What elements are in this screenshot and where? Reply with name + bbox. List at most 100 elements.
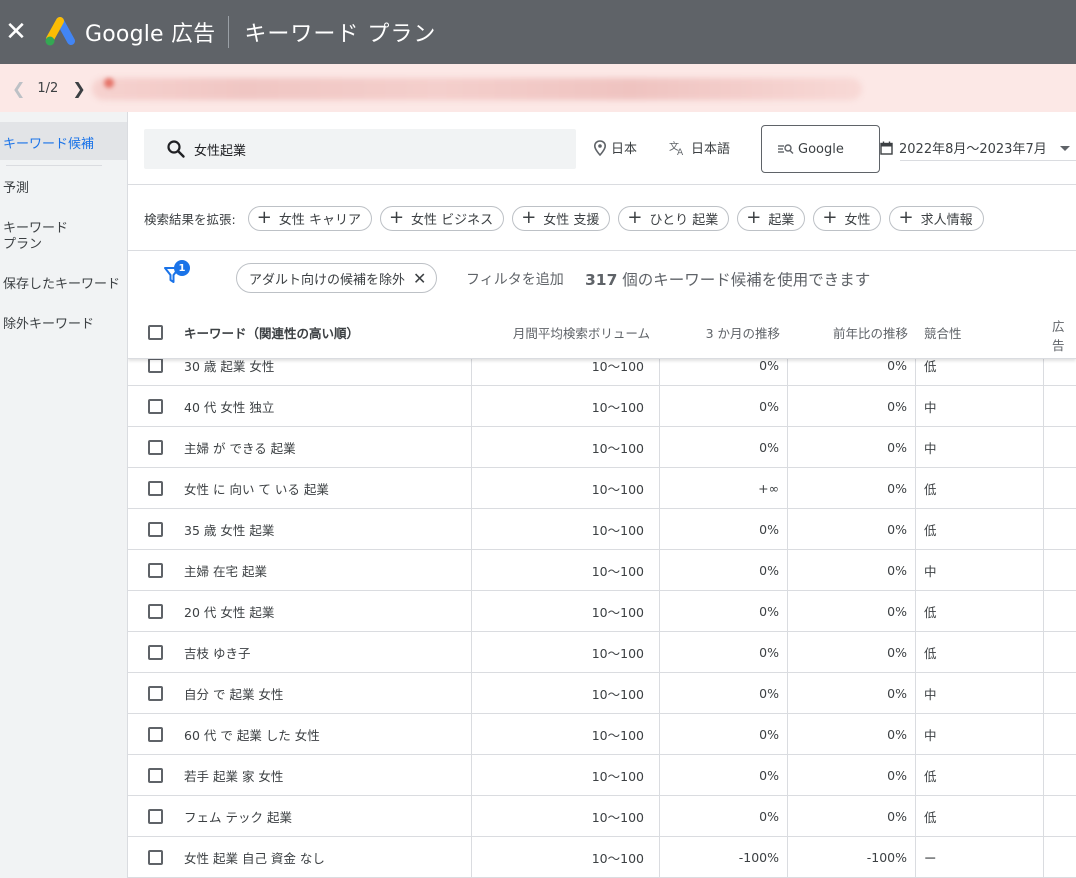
chevron-right-icon[interactable]: ❯ [72, 79, 85, 98]
keyword-cell: 自分 で 起業 女性 [184, 686, 284, 702]
yoy-cell: 0% [887, 398, 907, 414]
column-divider [787, 306, 788, 878]
competition-cell: 中 [924, 399, 937, 415]
network-selector[interactable]: Google [761, 125, 880, 173]
row-checkbox[interactable] [148, 632, 163, 672]
select-all-checkbox[interactable] [148, 306, 163, 358]
broaden-chip[interactable]: + 女性 ビジネス [379, 205, 505, 231]
table-row[interactable]: 主婦 が できる 起業 10～100 0% 0% 中 [128, 427, 1076, 468]
yoy-cell: -100% [866, 849, 907, 865]
redacted-message [92, 78, 862, 100]
language-label: 日本語 [691, 142, 731, 157]
close-icon[interactable]: ✕ [413, 269, 426, 288]
three-month-cell: 0% [759, 726, 779, 742]
chevron-down-icon[interactable] [1060, 146, 1070, 151]
chevron-left-icon[interactable]: ❮ [12, 79, 25, 98]
location-pin-icon [593, 139, 607, 156]
keyword-search-input[interactable]: 女性起業 [144, 129, 576, 169]
three-month-cell: 0% [759, 808, 779, 824]
row-checkbox[interactable] [148, 427, 163, 467]
table-row[interactable]: 35 歳 女性 起業 10～100 0% 0% 低 [128, 509, 1076, 550]
table-row[interactable]: 女性 起業 自己 資金 なし 10～100 -100% -100% ー [128, 837, 1076, 878]
sidebar-item-negative-keywords[interactable]: 除外キーワード [3, 317, 94, 333]
broaden-chip[interactable]: + 女性 キャリア [247, 205, 372, 231]
competition-cell: 低 [924, 768, 937, 784]
broaden-chip[interactable]: + ひとり 起業 [618, 205, 730, 231]
competition-cell: 中 [924, 440, 937, 456]
broaden-chip[interactable]: + 求人情報 [889, 205, 984, 231]
close-icon[interactable]: ✕ [1, 0, 31, 64]
row-checkbox[interactable] [148, 837, 163, 877]
column-divider [915, 306, 916, 878]
keyword-cell: 20 代 女性 起業 [184, 604, 275, 620]
broaden-chip[interactable]: + 起業 [737, 205, 806, 231]
row-checkbox[interactable] [148, 796, 163, 836]
three-month-cell: 0% [759, 439, 779, 455]
competition-cell: 低 [924, 604, 937, 620]
column-competition[interactable]: 競合性 [924, 306, 962, 358]
pager-count: 1/2 [37, 80, 59, 96]
svg-text:A: A [677, 148, 684, 156]
three-month-cell: 0% [759, 644, 779, 660]
table-row[interactable]: フェム テック 起業 10～100 0% 0% 低 [128, 796, 1076, 837]
table-row[interactable]: 若手 起業 家 女性 10～100 0% 0% 低 [128, 755, 1076, 796]
sidebar-item-keyword-ideas[interactable]: キーワード候補 [0, 122, 127, 160]
sidebar-item-keyword-plan[interactable]: キーワード プラン [3, 221, 68, 253]
sidebar-item-forecast[interactable]: 予測 [3, 181, 29, 197]
add-filter-button[interactable]: フィルタを追加 [466, 269, 564, 289]
row-checkbox[interactable] [148, 550, 163, 590]
keyword-cell: 主婦 が できる 起業 [184, 440, 296, 456]
active-filter-chip[interactable]: アダルト向けの候補を除外 ✕ [236, 263, 438, 293]
row-checkbox[interactable] [148, 673, 163, 713]
keyword-cell: 40 代 女性 独立 [184, 399, 275, 415]
row-checkbox[interactable] [148, 591, 163, 631]
chip-label: 女性 支援 [543, 212, 600, 228]
row-checkbox[interactable] [148, 509, 163, 549]
keyword-table: キーワード（関連性の高い順） 月間平均検索ボリューム 3 か月の推移 前年比の推… [128, 306, 1076, 878]
yoy-cell: 0% [887, 685, 907, 701]
table-row[interactable]: 自分 で 起業 女性 10～100 0% 0% 中 [128, 673, 1076, 714]
broaden-search-label: 検索結果を拡張: [144, 211, 236, 227]
row-checkbox[interactable] [148, 386, 163, 426]
column-yoy[interactable]: 前年比の推移 [788, 306, 908, 358]
row-checkbox[interactable] [148, 468, 163, 508]
row-checkbox[interactable] [148, 714, 163, 754]
date-range-selector[interactable]: 2022年8月～2023年7月 [880, 138, 1047, 157]
table-row[interactable]: 主婦 在宅 起業 10～100 0% 0% 中 [128, 550, 1076, 591]
table-row[interactable]: 40 代 女性 独立 10～100 0% 0% 中 [128, 386, 1076, 427]
search-icon [167, 140, 185, 158]
table-row[interactable]: 女性 に 向い て いる 起業 10～100 +∞ 0% 低 [128, 468, 1076, 509]
column-divider [1043, 306, 1044, 878]
competition-cell: 中 [924, 686, 937, 702]
chip-label: 求人情報 [920, 212, 973, 228]
broaden-chip[interactable]: + 女性 [813, 205, 882, 231]
sidebar-divider [6, 165, 102, 166]
table-header: キーワード（関連性の高い順） 月間平均検索ボリューム 3 か月の推移 前年比の推… [128, 306, 1076, 359]
language-selector[interactable]: 文 A 日本語 [669, 138, 731, 158]
network-label: Google [798, 141, 844, 157]
table-row[interactable]: 吉枝 ゆき子 10～100 0% 0% 低 [128, 632, 1076, 673]
location-selector[interactable]: 日本 [593, 138, 637, 157]
column-three-month[interactable]: 3 か月の推移 [660, 306, 780, 358]
app-header: ✕ Google 広告 キーワード プラン [0, 0, 1076, 64]
plus-icon: + [521, 207, 537, 228]
competition-cell: 中 [924, 727, 937, 743]
column-ad[interactable]: 広告 [1052, 306, 1076, 358]
sidebar-item-saved-keywords[interactable]: 保存したキーワード [3, 277, 120, 293]
filter-bar: 1 アダルト向けの候補を除外 ✕ フィルタを追加 317 個のキーワード候補を使… [128, 250, 1076, 306]
broaden-chip[interactable]: + 女性 支援 [512, 205, 611, 231]
table-row[interactable]: 20 代 女性 起業 10～100 0% 0% 低 [128, 591, 1076, 632]
three-month-cell: 0% [759, 685, 779, 701]
volume-cell: 10～100 [591, 850, 644, 866]
volume-cell: 10～100 [591, 809, 644, 825]
table-row[interactable]: 60 代 で 起業 した 女性 10～100 0% 0% 中 [128, 714, 1076, 755]
translate-icon: 文 A [669, 140, 684, 156]
column-keyword[interactable]: キーワード（関連性の高い順） [184, 306, 359, 358]
row-checkbox[interactable] [148, 755, 163, 795]
three-month-cell: -100% [738, 849, 779, 865]
yoy-cell: 0% [887, 644, 907, 660]
volume-cell: 10～100 [591, 727, 644, 743]
volume-cell: 10～100 [591, 563, 644, 579]
page-title: キーワード プラン [244, 22, 437, 47]
column-volume[interactable]: 月間平均検索ボリューム [472, 306, 650, 358]
